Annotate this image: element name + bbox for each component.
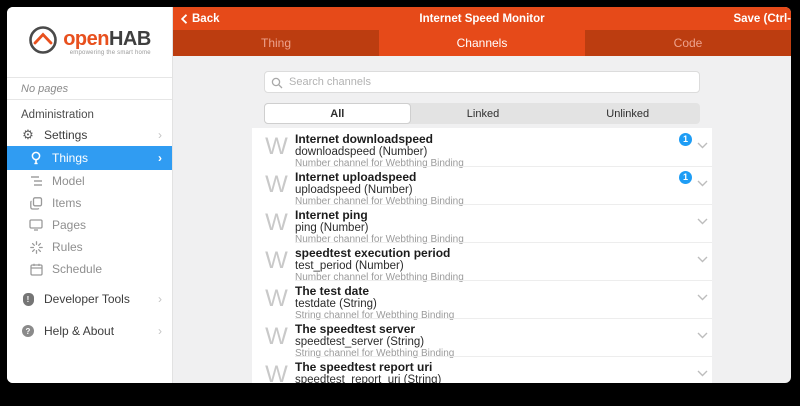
webthing-channel-icon: W xyxy=(261,361,292,383)
search-bar xyxy=(264,71,700,93)
channel-row-speedtest-server[interactable]: W The speedtest server speedtest_server … xyxy=(252,318,712,356)
logo: openHAB empowering the smart home xyxy=(7,7,172,78)
pages-monitor-icon xyxy=(28,219,44,231)
sidebar-item-label: Developer Tools xyxy=(44,292,130,306)
tab-bar: Thing Channels Code xyxy=(173,30,791,56)
channel-title: The test date xyxy=(295,285,684,298)
chevron-right-icon: › xyxy=(158,151,162,165)
channel-id: speedtest_report_uri (String) xyxy=(295,374,684,383)
chevron-down-icon[interactable] xyxy=(697,288,708,306)
filter-segmented-control: All Linked Unlinked xyxy=(264,103,700,124)
chevron-left-icon xyxy=(181,14,188,24)
channel-title: The speedtest report uri xyxy=(295,361,684,374)
channel-id: testdate (String) xyxy=(295,298,684,310)
thing-pin-icon xyxy=(28,151,44,165)
filter-linked[interactable]: Linked xyxy=(411,103,556,124)
sidebar-item-things[interactable]: Things › xyxy=(7,146,172,170)
webthing-channel-icon: W xyxy=(261,285,292,313)
sidebar-item-label: Schedule xyxy=(52,262,102,276)
sidebar-item-label: Help & About xyxy=(44,324,114,338)
schedule-calendar-icon xyxy=(28,263,44,276)
search-icon xyxy=(271,76,283,94)
save-button[interactable]: Save (Ctrl- xyxy=(733,13,791,25)
top-navbar: Back Internet Speed Monitor Save (Ctrl- xyxy=(173,7,791,30)
search-input[interactable] xyxy=(264,71,700,93)
channel-row-testdate[interactable]: W The test date testdate (String) String… xyxy=(252,280,712,318)
channel-row-downloadspeed[interactable]: W Internet downloadspeed downloadspeed (… xyxy=(252,128,712,166)
webthing-channel-icon: W xyxy=(261,209,292,237)
help-question-icon: ? xyxy=(20,325,36,337)
channel-row-ping[interactable]: W Internet ping ping (Number) Number cha… xyxy=(252,204,712,242)
tab-channels[interactable]: Channels xyxy=(379,30,585,56)
channel-title: Internet ping xyxy=(295,209,684,222)
model-tree-icon xyxy=(28,175,44,187)
channel-row-uploadspeed[interactable]: W Internet uploadspeed uploadspeed (Numb… xyxy=(252,166,712,204)
channel-row-test-period[interactable]: W speedtest execution period test_period… xyxy=(252,242,712,280)
channel-id: uploadspeed (Number) xyxy=(295,184,684,196)
sidebar-item-pages[interactable]: Pages xyxy=(7,214,172,236)
chevron-down-icon[interactable] xyxy=(697,174,708,192)
chevron-right-icon: › xyxy=(158,128,162,142)
chevron-right-icon: › xyxy=(158,324,162,338)
channel-id: speedtest_server (String) xyxy=(295,336,684,348)
channel-id: ping (Number) xyxy=(295,222,684,234)
channel-title: Internet downloadspeed xyxy=(295,133,684,146)
channel-id: downloadspeed (Number) xyxy=(295,146,684,158)
channel-title: Internet uploadspeed xyxy=(295,171,684,184)
logo-text: openHAB empowering the smart home xyxy=(63,29,151,56)
sidebar-item-schedule[interactable]: Schedule xyxy=(7,258,172,280)
chevron-right-icon: › xyxy=(158,292,162,306)
chevron-down-icon[interactable] xyxy=(697,250,708,268)
chevron-down-icon[interactable] xyxy=(697,326,708,344)
main-area: Back Internet Speed Monitor Save (Ctrl- … xyxy=(173,7,791,383)
channel-row-speedtest-report-uri[interactable]: W The speedtest report uri speedtest_rep… xyxy=(252,356,712,383)
channels-content: All Linked Unlinked W Internet downloads… xyxy=(173,56,791,383)
sidebar-item-items[interactable]: Items xyxy=(7,192,172,214)
gear-icon: ⚙ xyxy=(20,127,36,143)
linked-count-badge: 1 xyxy=(679,133,692,146)
webthing-channel-icon: W xyxy=(261,323,292,351)
openhab-logo-icon xyxy=(28,25,58,60)
channel-title: The speedtest server xyxy=(295,323,684,336)
sidebar-item-model[interactable]: Model xyxy=(7,170,172,192)
sidebar-item-label: Settings xyxy=(44,128,87,142)
webthing-channel-icon: W xyxy=(261,133,292,161)
sidebar-item-label: Items xyxy=(52,196,81,210)
sidebar-item-label: Things xyxy=(52,151,88,165)
chevron-down-icon[interactable] xyxy=(697,136,708,154)
back-button[interactable]: Back xyxy=(173,13,220,25)
channel-title: speedtest execution period xyxy=(295,247,684,260)
brand-tagline: empowering the smart home xyxy=(63,50,151,56)
sidebar-item-settings[interactable]: ⚙ Settings › xyxy=(7,124,172,146)
sidebar-section-administration: Administration xyxy=(7,100,172,124)
filter-unlinked[interactable]: Unlinked xyxy=(555,103,700,124)
channel-list: W Internet downloadspeed downloadspeed (… xyxy=(252,128,712,383)
webthing-channel-icon: W xyxy=(261,171,292,199)
sidebar-item-rules[interactable]: Rules xyxy=(7,236,172,258)
rules-sparkle-icon xyxy=(28,241,44,254)
chevron-down-icon[interactable] xyxy=(697,364,708,382)
linked-count-badge: 1 xyxy=(679,171,692,184)
page-title: Internet Speed Monitor xyxy=(173,13,791,25)
tab-code[interactable]: Code xyxy=(585,30,791,56)
filter-all[interactable]: All xyxy=(264,103,411,124)
sidebar: openHAB empowering the smart home No pag… xyxy=(7,7,173,383)
sidebar-item-developer-tools[interactable]: ! Developer Tools › xyxy=(7,288,172,310)
app-window: openHAB empowering the smart home No pag… xyxy=(7,7,791,383)
developer-tools-shield-icon: ! xyxy=(20,293,36,306)
sidebar-item-label: Model xyxy=(52,174,85,188)
chevron-down-icon[interactable] xyxy=(697,212,708,230)
no-pages-label: No pages xyxy=(7,78,172,100)
sidebar-item-label: Rules xyxy=(52,240,83,254)
items-copy-icon xyxy=(28,197,44,210)
tab-thing[interactable]: Thing xyxy=(173,30,379,56)
channel-id: test_period (Number) xyxy=(295,260,684,272)
sidebar-item-help-about[interactable]: ? Help & About › xyxy=(7,320,172,342)
back-label: Back xyxy=(192,13,220,25)
webthing-channel-icon: W xyxy=(261,247,292,275)
sidebar-item-label: Pages xyxy=(52,218,86,232)
brand-open: open xyxy=(63,28,109,50)
brand-hab: HAB xyxy=(109,28,151,50)
